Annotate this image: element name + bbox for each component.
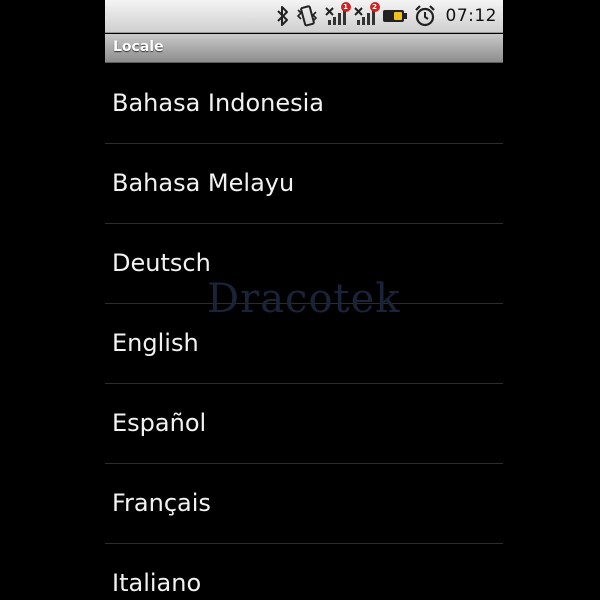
sim1-badge: 1 <box>340 2 351 12</box>
locale-list: Bahasa Indonesia Bahasa Melayu Deutsch E… <box>105 64 503 600</box>
locale-item-deutsch[interactable]: Deutsch <box>105 224 503 304</box>
clock-time: 07:12 <box>445 6 497 26</box>
page-title: Locale <box>113 39 164 55</box>
vibrate-icon <box>295 4 319 28</box>
battery-icon <box>382 4 408 28</box>
sim2-badge: 2 <box>369 2 380 12</box>
signal-sim1-icon: 1 <box>324 2 351 28</box>
status-bar: 1 2 07:12 <box>105 0 503 33</box>
locale-label: Bahasa Indonesia <box>112 89 324 117</box>
locale-label: Español <box>112 409 207 437</box>
locale-label: Français <box>112 489 211 517</box>
bluetooth-icon <box>276 4 290 28</box>
locale-label: Bahasa Melayu <box>112 169 295 197</box>
locale-item-espanol[interactable]: Español <box>105 384 503 464</box>
locale-item-bahasa-melayu[interactable]: Bahasa Melayu <box>105 144 503 224</box>
locale-label: Italiano <box>112 569 202 597</box>
title-bar: Locale <box>105 34 503 63</box>
alarm-icon <box>413 4 437 28</box>
locale-label: Deutsch <box>112 249 211 277</box>
locale-item-bahasa-indonesia[interactable]: Bahasa Indonesia <box>105 64 503 144</box>
locale-item-francais[interactable]: Français <box>105 464 503 544</box>
locale-label: English <box>112 329 199 357</box>
locale-item-english[interactable]: English <box>105 304 503 384</box>
phone-screen: 1 2 07:12 Locale Bahasa Indonesia Bahasa… <box>105 0 503 600</box>
locale-item-italiano[interactable]: Italiano <box>105 544 503 600</box>
signal-sim2-icon: 2 <box>353 2 380 28</box>
